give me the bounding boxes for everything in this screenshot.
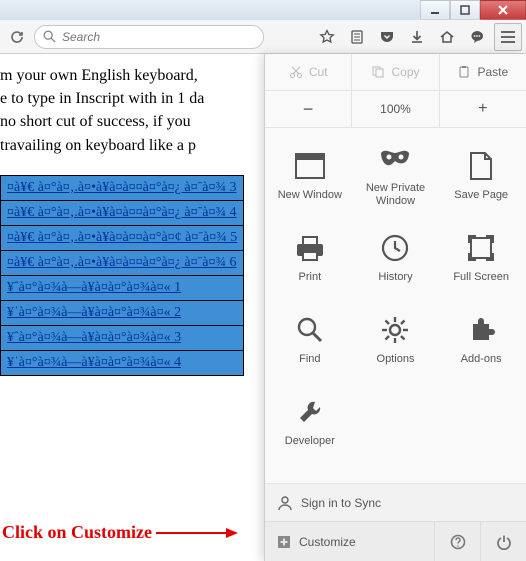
power-icon xyxy=(496,534,512,550)
edit-row: Cut Copy Paste xyxy=(265,54,526,91)
sync-user-icon xyxy=(277,495,293,511)
content-table: ¤à¥€ à¤°à¤‚.à¤•à¥à¤à¤¤à¤°à¤¿ à¤ˉà¤¾ 3 ¤à… xyxy=(0,175,244,376)
options-button[interactable]: Options xyxy=(353,298,439,380)
table-row[interactable]: ¤à¥€ à¤°à¤‚.à¤•à¥à¤à¤¤à¤°à¤¿ à¤ˉà¤¾ 4 xyxy=(1,200,244,225)
plus-box-icon xyxy=(277,535,291,549)
history-button[interactable]: History xyxy=(353,216,439,298)
hamburger-menu-panel: Cut Copy Paste − 100% + New Window New P… xyxy=(264,54,526,561)
menu-footer: Customize xyxy=(265,521,526,561)
table-row[interactable]: ¥ˆà¤°à¤¾à—à¥à¤à¤°à¤¾à¤« 1 xyxy=(1,275,244,300)
mask-icon xyxy=(378,142,412,176)
search-box[interactable] xyxy=(34,25,264,49)
quit-button[interactable] xyxy=(480,522,526,561)
magnifier-icon xyxy=(293,313,327,347)
zoom-in-button[interactable]: + xyxy=(439,91,526,127)
paste-button[interactable]: Paste xyxy=(439,54,526,90)
table-row[interactable]: ¥ˈà¤°à¤¾à—à¥à¤à¤°à¤¾à¤« 4 xyxy=(1,350,244,375)
cut-label: Cut xyxy=(309,65,328,79)
print-button[interactable]: Print xyxy=(267,216,353,298)
gear-icon xyxy=(378,313,412,347)
zoom-level[interactable]: 100% xyxy=(351,91,438,127)
page-icon xyxy=(464,149,498,183)
annotation: Click on Customize xyxy=(2,522,238,543)
search-input[interactable] xyxy=(62,30,255,44)
window-close-button[interactable] xyxy=(480,0,526,20)
paste-label: Paste xyxy=(477,65,508,79)
table-row[interactable]: ¥ˈà¤°à¤¾à—à¥à¤à¤°à¤¾à¤« 2 xyxy=(1,300,244,325)
home-button[interactable] xyxy=(434,24,460,50)
full-screen-button[interactable]: Full Screen xyxy=(438,216,524,298)
copy-button: Copy xyxy=(351,54,438,90)
new-private-window-button[interactable]: New Private Window xyxy=(353,134,439,216)
help-icon xyxy=(450,534,466,550)
table-row[interactable]: ¤à¥€ à¤°à¤‚.à¤•à¥à¤à¤¤à¤°à¤¿ à¤ˉà¤¾ 6 xyxy=(1,250,244,275)
annotation-text: Click on Customize xyxy=(2,522,152,543)
window-titlebar xyxy=(0,0,526,20)
zoom-out-button[interactable]: − xyxy=(265,91,351,127)
menu-grid: New Window New Private Window Save Page … xyxy=(265,128,526,464)
clock-icon xyxy=(378,231,412,265)
fullscreen-icon xyxy=(464,231,498,265)
chat-button[interactable] xyxy=(464,24,490,50)
paste-icon xyxy=(457,65,471,79)
developer-button[interactable]: Developer xyxy=(267,380,353,462)
copy-label: Copy xyxy=(391,65,419,79)
new-window-button[interactable]: New Window xyxy=(267,134,353,216)
sync-label: Sign in to Sync xyxy=(301,496,381,510)
downloads-button[interactable] xyxy=(404,24,430,50)
cut-button: Cut xyxy=(265,54,351,90)
find-button[interactable]: Find xyxy=(267,298,353,380)
bookmark-star-button[interactable] xyxy=(314,24,340,50)
window-icon xyxy=(293,149,327,183)
help-button[interactable] xyxy=(434,522,480,561)
window-maximize-button[interactable] xyxy=(450,0,480,20)
pocket-button[interactable] xyxy=(374,24,400,50)
scissors-icon xyxy=(289,65,303,79)
annotation-arrow-icon xyxy=(156,528,238,538)
customize-label: Customize xyxy=(299,535,356,549)
printer-icon xyxy=(293,231,327,265)
reload-button[interactable] xyxy=(4,24,30,50)
save-page-button[interactable]: Save Page xyxy=(438,134,524,216)
window-minimize-button[interactable] xyxy=(420,0,450,20)
copy-icon xyxy=(371,65,385,79)
wrench-icon xyxy=(293,395,327,429)
addons-button[interactable]: Add-ons xyxy=(438,298,524,380)
menu-button[interactable] xyxy=(494,23,522,51)
search-icon xyxy=(43,30,56,43)
table-row[interactable]: ¤à¥€ à¤°à¤‚.à¤•à¥à¤à¤¤à¤°à¤¢ à¤ˉà¤¾ 5 xyxy=(1,225,244,250)
library-button[interactable] xyxy=(344,24,370,50)
table-row[interactable]: ¤à¥€ à¤°à¤‚.à¤•à¥à¤à¤¤à¤°à¤¿ à¤ˉà¤¾ 3 xyxy=(1,175,244,200)
body-text: m your own English keyboard, e to type i… xyxy=(0,64,265,157)
table-row[interactable]: ¥ˆà¤°à¤¾à—à¥à¤à¤°à¤¾à¤« 3 xyxy=(1,325,244,350)
sign-in-sync-button[interactable]: Sign in to Sync xyxy=(265,483,526,521)
customize-button[interactable]: Customize xyxy=(265,522,434,561)
hamburger-icon xyxy=(501,31,515,43)
browser-toolbar xyxy=(0,20,526,54)
zoom-row: − 100% + xyxy=(265,91,526,128)
puzzle-icon xyxy=(464,313,498,347)
